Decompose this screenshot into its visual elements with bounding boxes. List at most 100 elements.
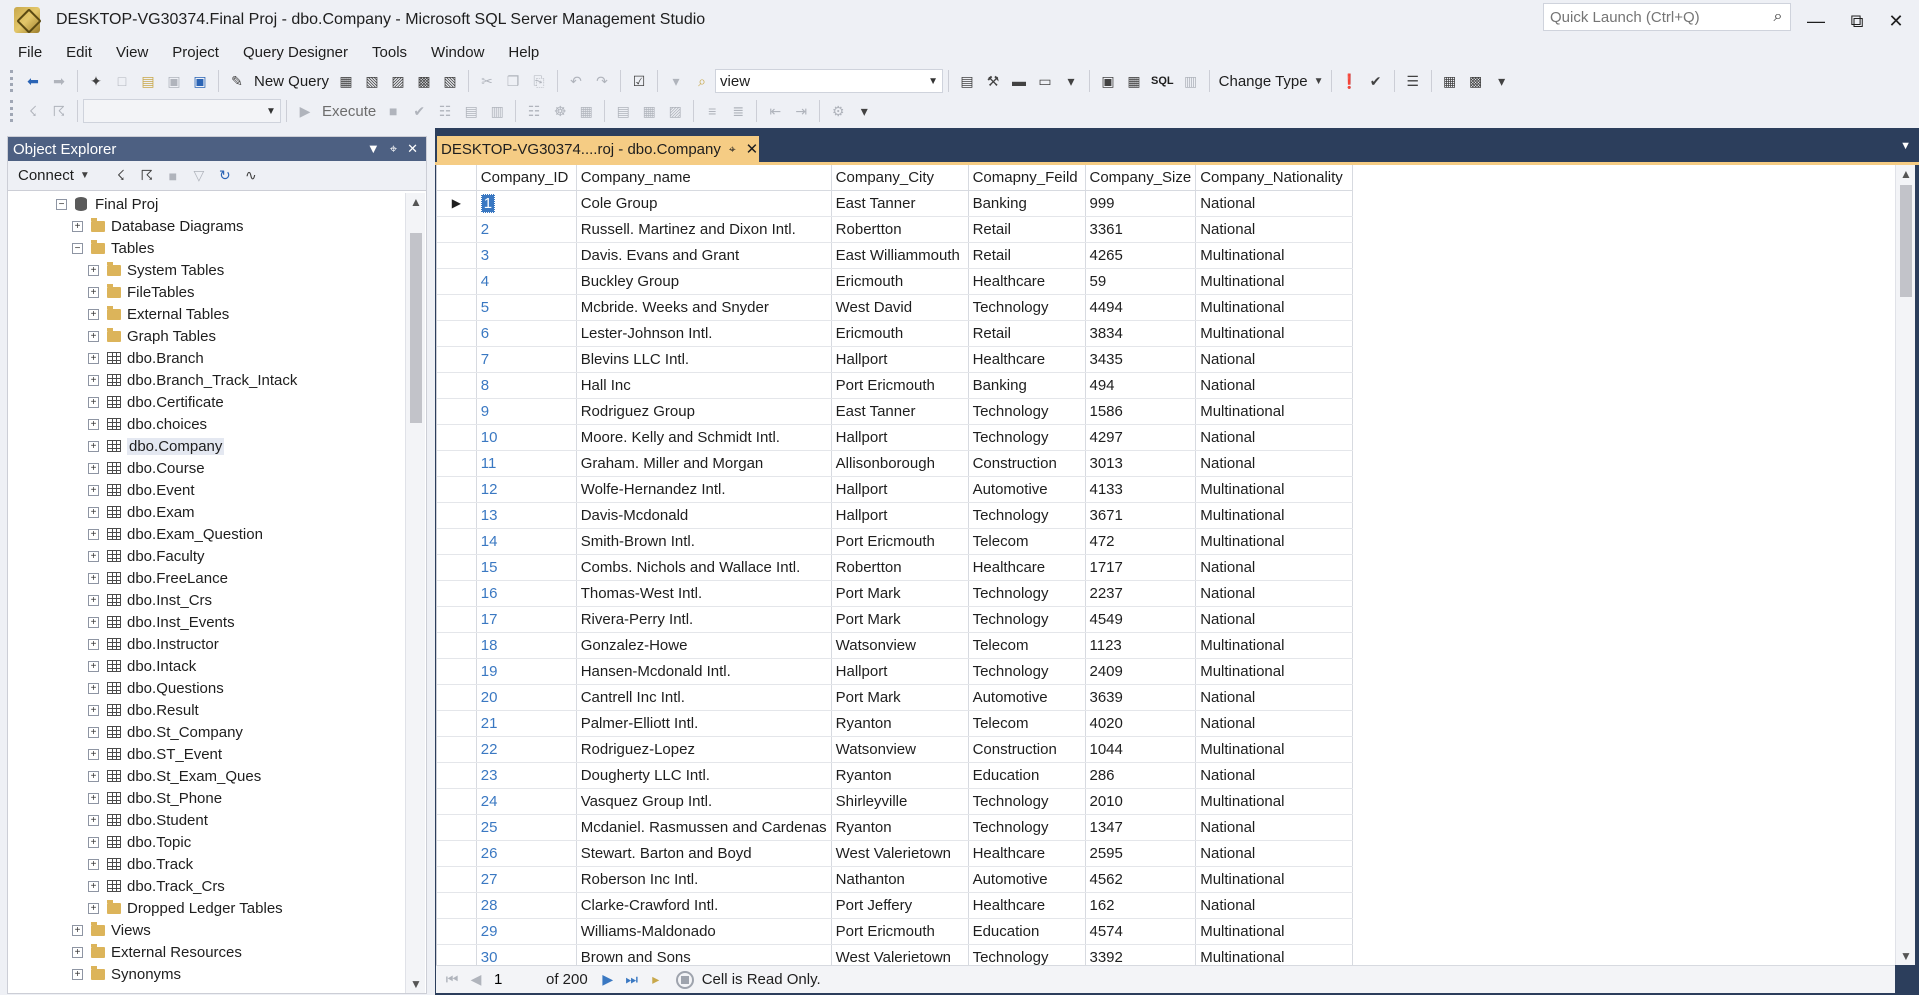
menu-view[interactable]: View xyxy=(104,42,160,64)
grid-cell[interactable]: 1717 xyxy=(1085,554,1197,581)
tree-node[interactable]: + Synonyms xyxy=(72,963,181,985)
column-header-company-id[interactable]: Company_ID xyxy=(476,165,577,191)
row-header-cell[interactable] xyxy=(437,918,477,945)
expand-icon[interactable]: + xyxy=(88,462,99,474)
grid-cell[interactable]: Ericmouth xyxy=(831,268,969,295)
group-by-icon[interactable]: ☰ xyxy=(1402,70,1424,92)
grid-cell[interactable]: Mcdaniel. Rasmussen and Cardenas xyxy=(576,814,832,841)
grid-cell[interactable]: 12 xyxy=(476,476,577,503)
xmla-query-icon[interactable]: ▩ xyxy=(413,70,435,92)
table-row[interactable]: 8 Hall Inc Port Ericmouth Banking 494 Nationa… xyxy=(437,372,1895,399)
previous-record-icon[interactable]: ◀ xyxy=(464,971,488,988)
column-header-company-size[interactable]: Company_Size xyxy=(1085,165,1197,191)
tree-node-label[interactable]: FileTables xyxy=(127,284,195,301)
tree-node[interactable]: + External Resources xyxy=(72,941,242,963)
toolbar-overflow-icon[interactable]: ▾ xyxy=(1491,70,1513,92)
grid-cell[interactable]: Healthcare xyxy=(968,268,1086,295)
grid-cell[interactable]: 1347 xyxy=(1085,814,1197,841)
grid-cell[interactable]: 7 xyxy=(476,346,577,373)
grid-cell[interactable]: Blevins LLC Intl. xyxy=(576,346,832,373)
grid-cell[interactable]: Williams-Maldonado xyxy=(576,918,832,945)
next-record-icon[interactable]: ▶ xyxy=(596,971,620,988)
table-row[interactable]: 25 Mcdaniel. Rasmussen and Cardenas Ryanto… xyxy=(437,814,1895,841)
save-all-icon[interactable]: ▣ xyxy=(189,70,211,92)
database-engine-query-icon[interactable]: ▦ xyxy=(335,70,357,92)
undo-icon[interactable]: ↶ xyxy=(565,70,587,92)
grid-cell[interactable]: Automotive xyxy=(968,476,1086,503)
show-grid-pane-icon[interactable]: ▦ xyxy=(1123,70,1145,92)
tree-node-label[interactable]: Synonyms xyxy=(111,966,181,983)
increase-indent-icon[interactable]: ⇥ xyxy=(790,100,812,122)
cut-icon[interactable]: ✂ xyxy=(476,70,498,92)
grid-cell[interactable]: Ryanton xyxy=(831,762,969,789)
grid-cell[interactable]: East Tanner xyxy=(831,398,969,425)
row-header-cell[interactable] xyxy=(437,814,477,841)
grid-cell[interactable]: 3 xyxy=(476,242,577,269)
tree-node[interactable]: + dbo.Inst_Events xyxy=(88,611,235,633)
table-row[interactable]: 14 Smith-Brown Intl. Port Ericmouth Telecom… xyxy=(437,528,1895,555)
tree-node-label[interactable]: dbo.Instructor xyxy=(127,636,219,653)
disconnect-icon[interactable]: ☈ xyxy=(48,100,70,122)
tree-node[interactable]: + dbo.Student xyxy=(88,809,208,831)
include-actual-plan-icon[interactable]: ☷ xyxy=(523,100,545,122)
table-row[interactable]: 3 Davis. Evans and Grant East Williammouth… xyxy=(437,242,1895,269)
grid-cell[interactable]: Multinational xyxy=(1195,242,1354,269)
grid-cell[interactable]: Retail xyxy=(968,242,1086,269)
grid-cell[interactable]: National xyxy=(1195,892,1354,919)
tree-node[interactable]: − Tables xyxy=(72,237,154,259)
toolbar-grip[interactable] xyxy=(10,100,16,122)
grid-cell[interactable]: Wolfe-Hernandez Intl. xyxy=(576,476,832,503)
grid-cell[interactable]: Allisonborough xyxy=(831,450,969,477)
tree-node-label[interactable]: dbo.St_Phone xyxy=(127,790,222,807)
grid-cell[interactable]: Buckley Group xyxy=(576,268,832,295)
grid-cell[interactable]: Multinational xyxy=(1195,528,1354,555)
grid-cell[interactable]: National xyxy=(1195,554,1354,581)
grid-cell[interactable]: Multinational xyxy=(1195,476,1354,503)
comment-lines-icon[interactable]: ≡ xyxy=(701,100,723,122)
grid-cell[interactable]: Thomas-West Intl. xyxy=(576,580,832,607)
execute-button[interactable]: Execute xyxy=(322,103,376,120)
grid-cell[interactable]: 2237 xyxy=(1085,580,1197,607)
row-header-cell[interactable] xyxy=(437,476,477,503)
grid-cell[interactable]: Vasquez Group Intl. xyxy=(576,788,832,815)
grid-cell[interactable]: National xyxy=(1195,190,1354,217)
grid-cell[interactable]: 5 xyxy=(476,294,577,321)
properties-wrench-icon[interactable]: ⚒ xyxy=(982,70,1004,92)
tree-node-label[interactable]: Final Proj xyxy=(95,196,158,213)
grid-cell[interactable]: Multinational xyxy=(1195,268,1354,295)
chevron-down-icon[interactable]: ▼ xyxy=(924,76,942,87)
row-header-cell[interactable] xyxy=(437,710,477,737)
grid-cell[interactable]: 27 xyxy=(476,866,577,893)
tree-node[interactable]: + dbo.ST_Event xyxy=(88,743,222,765)
grid-cell[interactable]: 1 xyxy=(476,190,577,217)
grid-cell[interactable]: 3435 xyxy=(1085,346,1197,373)
expand-icon[interactable]: + xyxy=(88,726,99,738)
grid-cell[interactable]: 9 xyxy=(476,398,577,425)
row-header-cell[interactable] xyxy=(437,632,477,659)
grid-cell[interactable]: Brown and Sons xyxy=(576,944,832,965)
grid-cell[interactable]: 29 xyxy=(476,918,577,945)
expand-icon[interactable]: + xyxy=(88,616,99,628)
grid-cell[interactable]: Multinational xyxy=(1195,788,1354,815)
show-diagram-pane-icon[interactable]: ▣ xyxy=(1097,70,1119,92)
grid-cell[interactable]: 3639 xyxy=(1085,684,1197,711)
tree-node[interactable]: + dbo.Branch_Track_Intack xyxy=(88,369,297,391)
tree-node[interactable]: + FileTables xyxy=(88,281,195,303)
current-record-input[interactable] xyxy=(494,968,546,991)
grid-cell[interactable]: Multinational xyxy=(1195,658,1354,685)
grid-cell[interactable]: 13 xyxy=(476,502,577,529)
menu-tools[interactable]: Tools xyxy=(360,42,419,64)
tree-node-label[interactable]: dbo.Inst_Crs xyxy=(127,592,212,609)
expand-icon[interactable]: + xyxy=(88,682,99,694)
grid-cell[interactable]: 19 xyxy=(476,658,577,685)
grid-cell[interactable]: 4020 xyxy=(1085,710,1197,737)
grid-cell[interactable]: Lester-Johnson Intl. xyxy=(576,320,832,347)
menu-project[interactable]: Project xyxy=(160,42,231,64)
pin-tab-icon[interactable]: ⌖ xyxy=(729,142,736,157)
close-window-button[interactable]: ✕ xyxy=(1873,6,1919,36)
expand-icon[interactable]: + xyxy=(88,704,99,716)
grid-cell[interactable]: Robertton xyxy=(831,554,969,581)
tree-node[interactable]: + dbo.Intack xyxy=(88,655,196,677)
scroll-up-icon[interactable]: ▲ xyxy=(1896,167,1916,181)
tree-node[interactable]: + dbo.St_Company xyxy=(88,721,243,743)
